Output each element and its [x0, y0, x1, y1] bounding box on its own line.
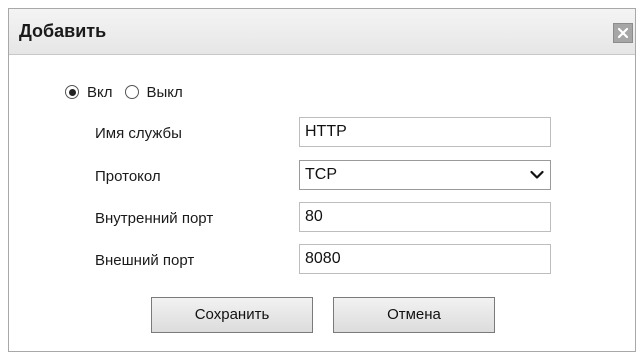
- radio-selected-dot: [68, 88, 76, 96]
- protocol-value: TCP: [305, 166, 337, 183]
- external-port-label: Внешний порт: [95, 252, 195, 269]
- close-button[interactable]: [613, 23, 633, 43]
- service-name-input[interactable]: HTTP: [299, 117, 551, 147]
- dialog-titlebar: Добавить: [9, 9, 635, 55]
- service-name-label: Имя службы: [95, 125, 182, 142]
- internal-port-label: Внутренний порт: [95, 210, 214, 227]
- radio-off-label[interactable]: Выкл: [147, 84, 183, 101]
- dialog-title: Добавить: [19, 21, 107, 41]
- radio-on[interactable]: [65, 85, 79, 99]
- add-dialog: Добавить Вкл Выкл Имя службы HTTP Проток…: [8, 8, 636, 352]
- protocol-label: Протокол: [95, 168, 161, 185]
- internal-port-input[interactable]: 80: [299, 202, 551, 232]
- radio-on-label[interactable]: Вкл: [87, 84, 113, 101]
- close-icon: [617, 27, 629, 39]
- protocol-select[interactable]: TCP: [299, 160, 551, 190]
- save-button[interactable]: Сохранить: [151, 297, 313, 333]
- radio-off[interactable]: [124, 85, 139, 99]
- cancel-button[interactable]: Отмена: [333, 297, 495, 333]
- external-port-input[interactable]: 8080: [299, 244, 551, 274]
- chevron-down-icon: [530, 170, 544, 179]
- status-radio-group: Вкл Выкл: [65, 81, 195, 103]
